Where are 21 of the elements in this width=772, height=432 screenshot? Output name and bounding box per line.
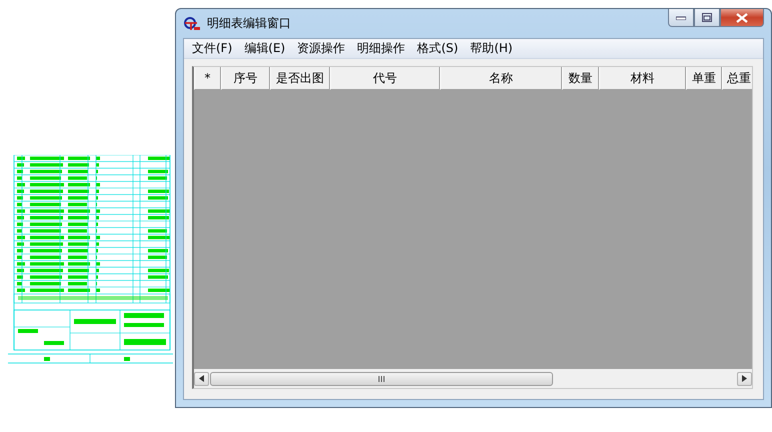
maximize-button[interactable] xyxy=(694,9,720,27)
menu-item[interactable]: 格式(S) xyxy=(411,40,464,57)
close-button[interactable] xyxy=(720,9,764,27)
window-title: 明细表编辑窗口 xyxy=(207,15,291,32)
menu-item[interactable]: 帮助(H) xyxy=(464,40,519,57)
right-arrow-icon xyxy=(742,375,747,382)
close-icon xyxy=(736,12,748,22)
minimize-button[interactable] xyxy=(668,9,694,27)
horizontal-scrollbar[interactable] xyxy=(194,369,752,388)
app-logo-icon xyxy=(183,16,201,30)
menu-item[interactable]: 明细操作 xyxy=(351,40,412,57)
scroll-right-button[interactable] xyxy=(737,372,752,386)
left-arrow-icon xyxy=(199,375,204,382)
menu-item[interactable]: 资源操作 xyxy=(291,40,352,57)
grip-icon xyxy=(378,376,385,382)
scroll-left-button[interactable] xyxy=(194,372,209,386)
restore-icon xyxy=(702,13,712,22)
scroll-thumb[interactable] xyxy=(210,372,553,386)
menu-item[interactable]: 编辑(E) xyxy=(238,40,292,57)
minimize-icon xyxy=(676,16,686,20)
menu-item[interactable]: 文件(F) xyxy=(186,40,238,57)
